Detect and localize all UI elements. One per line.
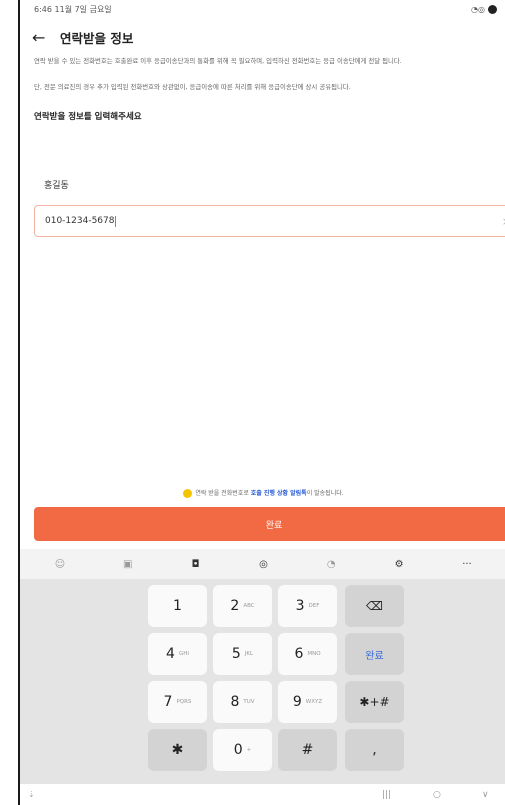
system-navbar: ⇣ ||| ○ ∨	[20, 784, 505, 805]
status-bar: 6:46 11월 7일 금요일 ◔◎	[20, 0, 505, 18]
key-2[interactable]: 2 ABC	[213, 585, 272, 627]
keyboard-hide-icon[interactable]: ⇣	[28, 790, 35, 799]
voice-icon[interactable]: ◔	[319, 559, 343, 570]
sticker-icon[interactable]: ▣	[116, 559, 140, 570]
notice-paragraph-1: 연락 받을 수 있는 전화번호는 호출완료 이후 응급이송단과의 통화를 위해 …	[34, 57, 402, 65]
back-arrow-icon[interactable]: ←	[32, 28, 54, 47]
done-key[interactable]: 완료	[345, 633, 404, 675]
header: ← 연락받을 정보	[20, 18, 505, 56]
status-icons: ◔◎	[471, 4, 497, 14]
notice-prefix: 연락 받을 전화번호로	[195, 490, 251, 497]
key-1[interactable]: 1	[148, 585, 207, 627]
backspace-key[interactable]: ⌫	[345, 585, 404, 627]
key-star[interactable]: ✱	[148, 729, 207, 771]
numeric-keyboard: 1 2 ABC 3 DEF ⌫ 4 GHI 5 JKL 6 MNO 완료 7 PQRS 8T…	[20, 579, 505, 784]
settings-gear-icon[interactable]: ⚙	[387, 559, 411, 570]
notice-suffix: 이 발송됩니다.	[306, 490, 344, 497]
key-6[interactable]: 6 MNO	[278, 633, 337, 675]
battery-icon	[488, 4, 497, 14]
name-value: 홍길동	[44, 180, 69, 191]
translate-icon[interactable]: ◎	[251, 559, 275, 570]
symbol-key[interactable]: ✱+#	[345, 681, 404, 723]
key-0[interactable]: 0 +	[213, 729, 272, 771]
wifi-icon: ◔◎	[471, 4, 485, 14]
back-nav-button[interactable]: ∨	[482, 790, 489, 800]
phone-field[interactable]: 010-1234-5678 ×	[34, 205, 505, 237]
home-button[interactable]: ○	[433, 790, 441, 800]
phone-value: 010-1234-5678	[45, 216, 115, 226]
status-time: 6:46 11월 7일 금요일	[34, 4, 112, 14]
key-5[interactable]: 5 JKL	[213, 633, 272, 675]
notice-highlight: 호출 진행 상황 알림톡	[250, 490, 307, 497]
recent-apps-button[interactable]: |||	[382, 790, 391, 800]
more-icon[interactable]: ···	[455, 559, 479, 570]
key-4[interactable]: 4 GHI	[148, 633, 207, 675]
key-9[interactable]: 9 WXYZ	[278, 681, 337, 723]
key-hash[interactable]: #	[278, 729, 337, 771]
complete-button[interactable]: 완료	[34, 507, 505, 541]
kakao-badge-icon	[183, 489, 193, 498]
app-screen: 6:46 11월 7일 금요일 ◔◎ ← 연락받을 정보 연락 받을 수 있는 …	[18, 0, 505, 805]
backspace-icon: ⌫	[366, 599, 383, 613]
key-3[interactable]: 3 DEF	[278, 585, 337, 627]
key-8[interactable]: 8 TUV	[213, 681, 272, 723]
name-field[interactable]: 홍길동	[34, 168, 505, 200]
form-section-title: 연락받을 정보를 입력해주세요	[34, 112, 142, 122]
notice-paragraph-2: 단, 전문 의료진의 경우 추가 입력된 전화번호와 상관없이, 응급이송에 따…	[34, 83, 351, 91]
key-comma[interactable]: ,	[345, 729, 404, 771]
complete-button-label: 완료	[265, 520, 283, 531]
emoji-icon[interactable]: ☺	[48, 559, 72, 570]
notification-notice: 연락 받을 전화번호로 호출 진행 상황 알림톡이 발송됩니다.	[20, 488, 505, 498]
text-cursor	[115, 215, 117, 227]
keyboard-toolbar: ☺ ▣ ◘ ◎ ◔ ⚙ ···	[20, 549, 505, 579]
key-7[interactable]: 7 PQRS	[148, 681, 207, 723]
page-title: 연락받을 정보	[60, 30, 134, 46]
clipboard-icon[interactable]: ◘	[184, 559, 208, 570]
